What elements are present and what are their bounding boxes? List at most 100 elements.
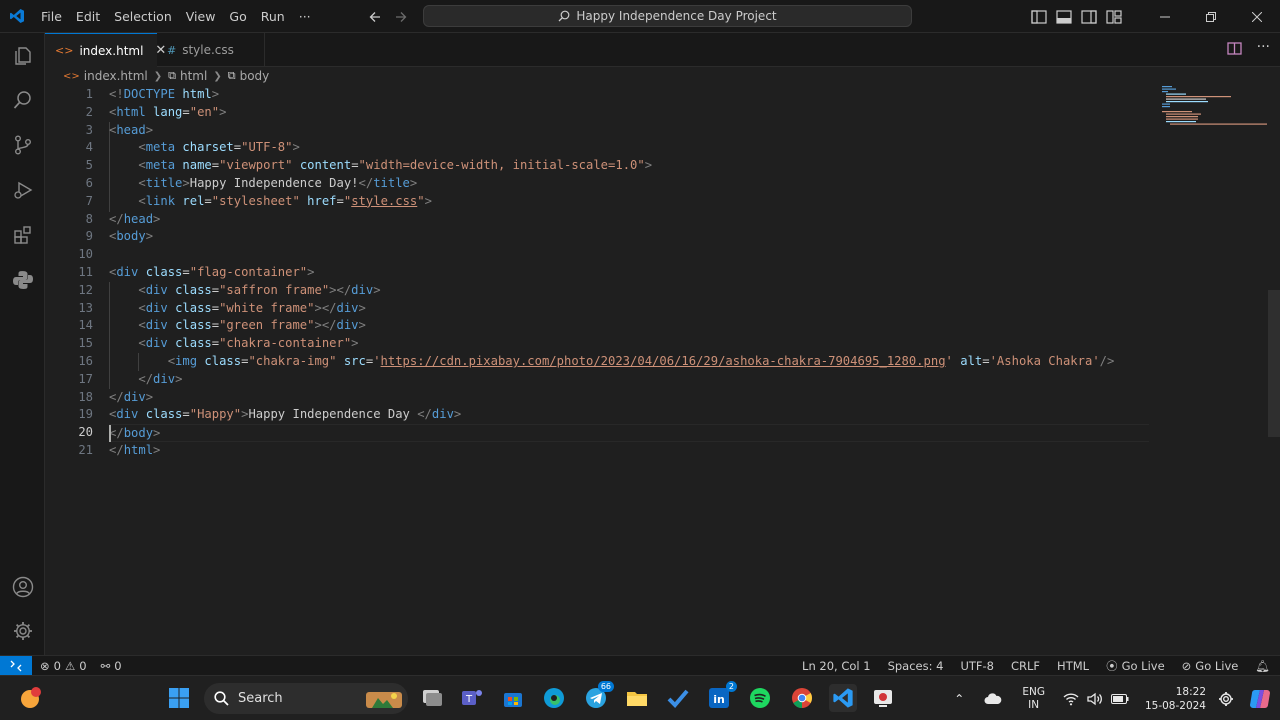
menu-file[interactable]: File [34, 0, 69, 33]
teams-app[interactable]: T [458, 684, 486, 712]
code-line[interactable]: </body> [109, 424, 1149, 442]
wifi-icon[interactable] [1063, 692, 1079, 706]
code-token: = [982, 353, 990, 368]
vscode-logo-icon[interactable] [0, 0, 34, 33]
code-line[interactable]: <div class="green frame"></div> [109, 317, 1149, 335]
menu-view[interactable]: View [179, 0, 223, 33]
menu-edit[interactable]: Edit [69, 0, 107, 33]
menu-go[interactable]: Go [222, 0, 253, 33]
code-line[interactable]: <meta name="viewport" content="width=dev… [109, 157, 1149, 175]
code-line[interactable]: <div class="flag-container"> [109, 264, 1149, 282]
linkedin-app[interactable]: in 2 [705, 681, 737, 712]
go-live-button[interactable]: ⦿ Go Live [1106, 658, 1165, 674]
clock[interactable]: 18:22 15-08-2024 [1145, 685, 1206, 713]
chevron-up-icon[interactable]: ⌃ [954, 692, 964, 706]
minimap[interactable] [1162, 86, 1267, 126]
taskbar-search[interactable]: Search [204, 683, 408, 714]
code-line[interactable]: <title>Happy Independence Day!</title> [109, 175, 1149, 193]
code-line[interactable]: <div class="Happy">Happy Independence Da… [109, 406, 1149, 424]
search-view-button[interactable] [0, 80, 45, 120]
go-live-button-secondary[interactable]: ⊘ Go Live [1182, 659, 1239, 673]
minimize-button[interactable] [1142, 0, 1188, 33]
breadcrumb-body[interactable]: body [240, 69, 270, 83]
run-debug-button[interactable] [0, 170, 45, 210]
telegram-app[interactable]: 66 [582, 681, 614, 712]
tab-index-html[interactable]: <> index.html ✕ [45, 33, 166, 67]
python-extension-button[interactable] [0, 260, 45, 300]
code-line[interactable]: <link rel="stylesheet" href="style.css"> [109, 193, 1149, 211]
cursor-position[interactable]: Ln 20, Col 1 [802, 659, 871, 673]
toggle-primary-sidebar-icon[interactable] [1031, 9, 1047, 24]
file-explorer-app[interactable] [623, 684, 651, 712]
close-window-button[interactable] [1234, 0, 1280, 33]
line-ending[interactable]: CRLF [1011, 659, 1040, 673]
code-token: = [351, 158, 359, 173]
tab-style-css[interactable]: # style.css [157, 33, 265, 67]
customize-layout-icon[interactable] [1106, 9, 1122, 24]
vertical-scrollbar[interactable] [1268, 290, 1280, 437]
code-line[interactable]: <html lang="en"> [109, 104, 1149, 122]
battery-icon[interactable] [1110, 693, 1129, 704]
code-editor[interactable]: 1 2 3 4 5 6 7 8 9 10 11 12 13 14 15 16 17 18 19 20 21 <!DOCT… [45, 86, 1280, 655]
copilot-icon[interactable] [1248, 687, 1272, 711]
edge-browser-app[interactable] [540, 684, 568, 712]
code-line[interactable]: <meta charset="UTF-8"> [109, 139, 1149, 157]
toggle-secondary-sidebar-icon[interactable] [1081, 9, 1097, 24]
manage-button[interactable] [0, 611, 45, 651]
breadcrumb-file[interactable]: index.html [84, 69, 148, 83]
restore-button[interactable] [1188, 0, 1234, 33]
code-line[interactable]: <head> [109, 122, 1149, 140]
snipping-tool-app[interactable] [869, 684, 897, 712]
microsoft-store-app[interactable] [499, 684, 527, 712]
code-line[interactable]: </head> [109, 211, 1149, 229]
task-view-button[interactable] [418, 684, 446, 712]
source-control-button[interactable] [0, 125, 45, 165]
code-line[interactable]: <img class="chakra-img" src='https://cdn… [109, 353, 1149, 371]
code-line[interactable]: <div class="chakra-container"> [109, 335, 1149, 353]
start-button[interactable] [165, 684, 193, 712]
chrome-app[interactable] [788, 684, 816, 712]
volume-icon[interactable] [1087, 692, 1103, 706]
input-language-button[interactable]: ENG IN [1022, 686, 1045, 712]
spotify-app[interactable] [746, 684, 774, 712]
code-line[interactable]: <div class="saffron frame"></div> [109, 282, 1149, 300]
menu-selection[interactable]: Selection [107, 0, 179, 33]
chevron-right-icon: ❯ [213, 70, 222, 82]
weather-widget[interactable] [16, 684, 44, 712]
accounts-button[interactable] [0, 567, 45, 607]
code-token: class [175, 300, 212, 315]
onedrive-cloud-icon[interactable] [984, 692, 1002, 705]
indentation[interactable]: Spaces: 4 [888, 659, 944, 673]
language-mode[interactable]: HTML [1057, 659, 1089, 673]
forward-arrow-icon[interactable] [394, 10, 408, 24]
settings-gear-icon[interactable] [1218, 691, 1234, 707]
code-line[interactable] [109, 246, 1149, 264]
code-line[interactable]: </div> [109, 371, 1149, 389]
back-arrow-icon[interactable] [368, 10, 382, 24]
menu-more[interactable]: ··· [292, 0, 318, 33]
ports-indicator[interactable]: ⚯ 0 [101, 659, 122, 673]
problems-indicator[interactable]: ⊗ 0 ⚠ 0 [40, 659, 87, 673]
todo-app[interactable] [664, 684, 692, 712]
code-line[interactable]: </div> [109, 389, 1149, 407]
breadcrumb-html[interactable]: html [180, 69, 207, 83]
code-token: < [138, 336, 146, 351]
code-lines[interactable]: <!DOCTYPE html> <html lang="en"> <head> <m… [109, 86, 1149, 460]
vscode-app[interactable] [829, 684, 857, 712]
file-encoding[interactable]: UTF-8 [960, 659, 994, 673]
code-line[interactable]: <body> [109, 228, 1149, 246]
remote-indicator-button[interactable] [0, 655, 32, 676]
code-line[interactable]: <div class="white frame"></div> [109, 300, 1149, 318]
menu-run[interactable]: Run [254, 0, 292, 33]
explorer-button[interactable] [0, 36, 45, 76]
code-token: > [358, 318, 366, 333]
command-center-search[interactable]: Happy Independence Day Project [423, 5, 912, 27]
code-token: </ [358, 175, 374, 190]
notifications-bell-icon[interactable]: 🔔︎ [1255, 659, 1270, 673]
extensions-button[interactable] [0, 215, 45, 255]
split-editor-button[interactable] [1227, 42, 1242, 58]
toggle-panel-icon[interactable] [1056, 9, 1072, 24]
code-line[interactable]: <!DOCTYPE html> [109, 86, 1149, 104]
more-actions-icon[interactable]: ··· [1257, 39, 1270, 55]
code-line[interactable]: </html> [109, 442, 1149, 460]
